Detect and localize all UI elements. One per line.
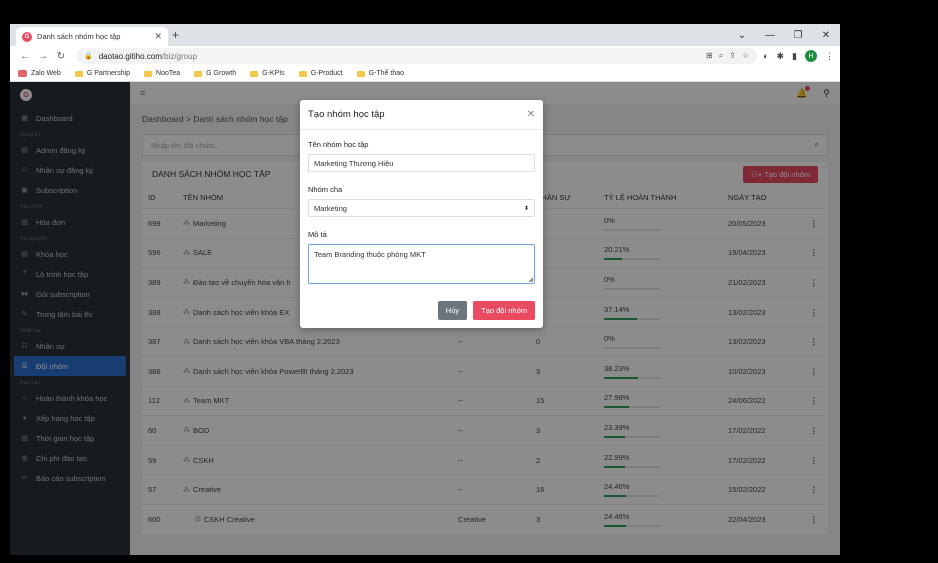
bookmark-label: G-Thể thao	[368, 70, 405, 77]
browser-tab[interactable]: G Danh sách nhóm học tập ✕	[16, 27, 168, 46]
share-icon[interactable]: ⇪	[729, 51, 736, 61]
favicon-icon: G	[22, 31, 32, 42]
bookmark-item[interactable]: G-KPIs	[250, 70, 285, 77]
new-tab-button[interactable]: +	[172, 28, 179, 42]
toolbar-icons: ◐ ✱ ▮ H ⋮	[763, 50, 834, 62]
sidepanel-icon[interactable]: ▮	[792, 51, 797, 62]
close-window-icon[interactable]: ✕	[812, 30, 840, 41]
bookmark-item[interactable]: Zalo Web	[18, 70, 61, 77]
create-team-button[interactable]: Tạo đội nhóm	[473, 301, 535, 320]
url-host: daotao.gitiho.com	[98, 51, 162, 61]
folder-icon	[298, 70, 307, 77]
create-group-modal: Tạo nhóm học tập ✕ Tên nhóm học tập Mark…	[300, 100, 543, 328]
menu-icon[interactable]: ⋮	[825, 51, 834, 62]
bookmark-label: Zalo Web	[31, 70, 61, 77]
tab-title: Danh sách nhóm học tập	[37, 32, 121, 41]
folder-icon	[194, 70, 203, 77]
bookmark-label: NooTea	[156, 70, 181, 77]
window-controls: ⌄ — ❐ ✕	[728, 24, 840, 46]
bookmark-label: G-KPIs	[262, 70, 285, 77]
group-name-value: Marketing Thương Hiệu	[314, 158, 394, 168]
select-caret-icon: ⬍	[523, 205, 529, 212]
description-textarea[interactable]: Team Branding thuộc phòng MKT ◢	[308, 244, 535, 284]
bookmark-item[interactable]: G Partnership	[74, 70, 131, 77]
name-label: Tên nhóm học tập	[308, 140, 369, 149]
minimize-icon[interactable]: —	[756, 30, 784, 41]
close-icon[interactable]: ✕	[154, 31, 162, 42]
restore-icon[interactable]: ❐	[784, 30, 812, 41]
back-icon[interactable]: ←	[16, 51, 34, 62]
modal-title: Tạo nhóm học tập	[308, 109, 385, 120]
browser-toolbar: ← → ↻ 🔒 daotao.gitiho.com/biz/group ⊞ ⌕ …	[10, 46, 840, 66]
folder-icon	[356, 70, 365, 77]
folder-icon	[250, 70, 259, 77]
zoom-icon[interactable]: ⌕	[719, 51, 723, 61]
modal-footer: Hủy Tạo đội nhóm	[437, 301, 535, 320]
parent-group-value: Marketing	[314, 203, 347, 213]
zalo-icon	[18, 70, 27, 77]
resize-handle-icon[interactable]: ◢	[528, 276, 533, 283]
group-name-input[interactable]: Marketing Thương Hiệu	[308, 154, 535, 172]
omnibox-icons: ⊞ ⌕ ⇪ ☆	[706, 51, 749, 61]
address-bar[interactable]: 🔒 daotao.gitiho.com/biz/group ⊞ ⌕ ⇪ ☆	[76, 48, 758, 64]
bookmark-label: G-Product	[310, 70, 343, 77]
translate-icon[interactable]: ⊞	[706, 51, 713, 61]
bookmark-label: G Growth	[206, 70, 237, 77]
parent-label: Nhóm cha	[308, 185, 343, 194]
bookmark-item[interactable]: G Growth	[194, 70, 236, 77]
cancel-button[interactable]: Hủy	[437, 301, 468, 320]
bookmark-item[interactable]: G-Product	[298, 70, 343, 77]
parent-group-select[interactable]: Marketing ⬍	[308, 199, 535, 217]
chevron-down-icon[interactable]: ⌄	[728, 30, 756, 41]
modal-header: Tạo nhóm học tập ✕	[300, 100, 543, 130]
folder-icon	[74, 70, 83, 77]
profile-avatar[interactable]: H	[805, 50, 817, 62]
extension-icon[interactable]: ◐	[763, 51, 768, 61]
browser-window: G Danh sách nhóm học tập ✕ + ⌄ — ❐ ✕ ← →…	[10, 24, 840, 555]
reload-icon[interactable]: ↻	[52, 51, 70, 62]
folder-icon	[144, 70, 153, 77]
tab-strip: G Danh sách nhóm học tập ✕ + ⌄ — ❐ ✕	[10, 24, 840, 46]
desc-label: Mô tả	[308, 230, 327, 239]
puzzle-icon[interactable]: ✱	[777, 51, 785, 62]
lock-icon: 🔒	[84, 53, 93, 60]
bookmarks-bar: Zalo Web G Partnership NooTea G Growth G…	[10, 66, 840, 82]
close-icon[interactable]: ✕	[527, 109, 535, 120]
forward-icon[interactable]: →	[34, 51, 52, 62]
star-icon[interactable]: ☆	[742, 51, 749, 61]
description-value: Team Branding thuộc phòng MKT	[314, 250, 426, 259]
bookmark-item[interactable]: NooTea	[144, 70, 180, 77]
modal-body: Tên nhóm học tập Marketing Thương Hiệu N…	[300, 130, 543, 284]
bookmark-item[interactable]: G-Thể thao	[356, 70, 405, 77]
url-path: /biz/group	[161, 51, 198, 61]
bookmark-label: G Partnership	[86, 70, 131, 77]
